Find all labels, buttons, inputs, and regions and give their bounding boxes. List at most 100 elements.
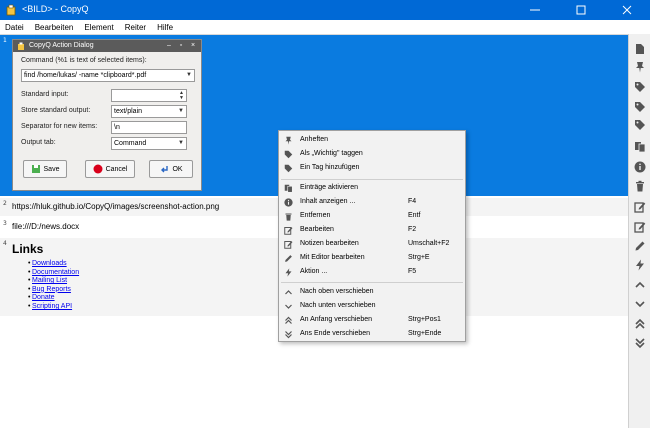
item-index: 3	[3, 220, 7, 227]
output-tab-field: Command ▼	[111, 137, 187, 150]
double-up-icon	[635, 318, 645, 329]
move-up-button[interactable]	[633, 278, 647, 292]
menu-item-shortcut: F5	[408, 268, 417, 275]
menu-bearbeiten[interactable]: Bearbeiten	[35, 23, 74, 32]
show-content-button[interactable]	[633, 160, 647, 174]
edit-button[interactable]	[633, 200, 647, 214]
menu-hilfe[interactable]: Hilfe	[157, 23, 173, 32]
menu-item-tag-hinzufuegen[interactable]: Ein Tag hinzufügen	[279, 162, 465, 175]
minimize-button[interactable]	[512, 0, 558, 20]
tag-icon	[284, 150, 293, 159]
pencil-icon	[635, 241, 645, 251]
menu-item-nach-oben[interactable]: Nach oben verschieben	[279, 286, 465, 299]
tag-icon	[635, 102, 645, 112]
move-to-bottom-button[interactable]	[633, 336, 647, 350]
menu-item-label: Ans Ende verschieben	[300, 330, 371, 337]
menu-item-shortcut: Strg+Ende	[408, 330, 442, 337]
maximize-icon	[576, 5, 586, 15]
trash-icon	[636, 180, 644, 192]
menu-item-nach-unten[interactable]: Nach unten verschieben	[279, 300, 465, 313]
cancel-icon	[93, 164, 103, 174]
links-list: Downloads Documentation Mailing List Bug…	[28, 260, 79, 312]
double-down-icon	[284, 330, 293, 339]
move-to-top-button[interactable]	[633, 317, 647, 331]
menu-item-label: Mit Editor bearbeiten	[300, 254, 365, 261]
link-scripting-api[interactable]: Scripting API	[28, 303, 79, 312]
save-label: Save	[43, 165, 60, 173]
link-downloads[interactable]: Downloads	[28, 260, 79, 269]
dialog-minimize-icon: –	[167, 42, 171, 49]
menu-item-bearbeiten[interactable]: Bearbeiten F2	[279, 224, 465, 237]
menu-item-notizen-bearbeiten[interactable]: Notizen bearbeiten Umschalt+F2	[279, 238, 465, 251]
dialog-close-icon: ×	[190, 42, 196, 49]
edit-with-editor-button[interactable]	[633, 239, 647, 253]
item-index: 4	[3, 240, 7, 247]
action-button[interactable]	[633, 258, 647, 272]
new-item-button[interactable]	[633, 42, 647, 56]
copyq-app-icon	[6, 4, 16, 16]
dialog-cancel-button: Cancel	[85, 160, 135, 178]
link-documentation[interactable]: Documentation	[28, 269, 79, 278]
store-output-field: text/plain ▼	[111, 105, 187, 118]
separator-value: \n	[114, 124, 120, 131]
dialog-ok-button: OK	[149, 160, 193, 178]
standard-input-field: ▲ ▼	[111, 89, 187, 102]
link-mailing-list[interactable]: Mailing List	[28, 277, 79, 286]
context-menu: Anheften Als „Wichtig" taggen Ein Tag hi…	[278, 130, 466, 342]
menu-reiter[interactable]: Reiter	[125, 23, 146, 32]
cancel-label: Cancel	[105, 165, 128, 173]
copy-icon	[284, 184, 293, 193]
menu-item-label: Anheften	[300, 136, 329, 143]
command-value: find /home/lukas/ -name *clipboard*.pdf	[24, 72, 147, 79]
tag-button-2[interactable]	[633, 100, 647, 114]
item-text: https://hluk.github.io/CopyQ/images/scre…	[12, 202, 220, 211]
menu-element[interactable]: Element	[84, 23, 113, 32]
store-output-value: text/plain	[114, 108, 143, 115]
menu-item-anheften[interactable]: Anheften	[279, 134, 465, 147]
menu-item-wichtig-taggen[interactable]: Als „Wichtig" taggen	[279, 148, 465, 161]
menu-item-shortcut: Strg+Pos1	[408, 316, 441, 323]
link-bug-reports[interactable]: Bug Reports	[28, 286, 79, 295]
move-down-button[interactable]	[633, 297, 647, 311]
tag-button-1[interactable]	[633, 80, 647, 94]
menu-item-inhalt-anzeigen[interactable]: Inhalt anzeigen ... F4	[279, 196, 465, 209]
edit-notes-button[interactable]	[633, 220, 647, 234]
link-donate[interactable]: Donate	[28, 294, 79, 303]
save-icon	[31, 165, 40, 173]
chevron-up-icon	[635, 281, 645, 288]
menu-datei[interactable]: Datei	[5, 23, 24, 32]
pin-button[interactable]	[633, 60, 647, 74]
tag-icon	[635, 120, 645, 130]
notes-icon	[634, 222, 646, 233]
menu-item-shortcut: Entf	[408, 212, 421, 219]
dropdown-arrow-icon: ▼	[178, 140, 184, 146]
close-button[interactable]	[604, 0, 650, 20]
tag-button-3[interactable]	[633, 118, 647, 132]
maximize-button[interactable]	[558, 0, 604, 20]
menu-item-mit-editor-bearbeiten[interactable]: Mit Editor bearbeiten Strg+E	[279, 252, 465, 265]
menu-separator	[281, 282, 463, 283]
output-tab-label: Output tab:	[21, 139, 56, 146]
edit-icon	[284, 226, 293, 235]
minimize-icon	[530, 9, 540, 11]
menu-item-shortcut: Umschalt+F2	[408, 240, 450, 247]
bolt-icon	[636, 259, 644, 271]
tag-icon	[635, 82, 645, 92]
window-titlebar: <BILD> - CopyQ	[0, 0, 650, 20]
menu-item-ans-ende[interactable]: Ans Ende verschieben Strg+Ende	[279, 328, 465, 341]
dialog-title: CopyQ Action Dialog	[29, 42, 94, 49]
separator-field: \n	[111, 121, 187, 134]
ok-icon	[161, 166, 169, 173]
activate-items-button[interactable]	[633, 140, 647, 154]
info-icon	[284, 198, 293, 207]
menu-item-an-anfang[interactable]: An Anfang verschieben Strg+Pos1	[279, 314, 465, 327]
menu-item-shortcut: F2	[408, 226, 417, 233]
menu-item-eintraege-aktivieren[interactable]: Einträge aktivieren	[279, 182, 465, 195]
remove-button[interactable]	[633, 179, 647, 193]
trash-icon	[284, 212, 293, 221]
menu-item-aktion[interactable]: Aktion ... F5	[279, 266, 465, 279]
double-down-icon	[635, 338, 645, 349]
output-tab-value: Command	[114, 140, 147, 147]
menu-item-entfernen[interactable]: Entfernen Entf	[279, 210, 465, 223]
command-label: Command (%1 is text of selected items):	[21, 57, 147, 64]
